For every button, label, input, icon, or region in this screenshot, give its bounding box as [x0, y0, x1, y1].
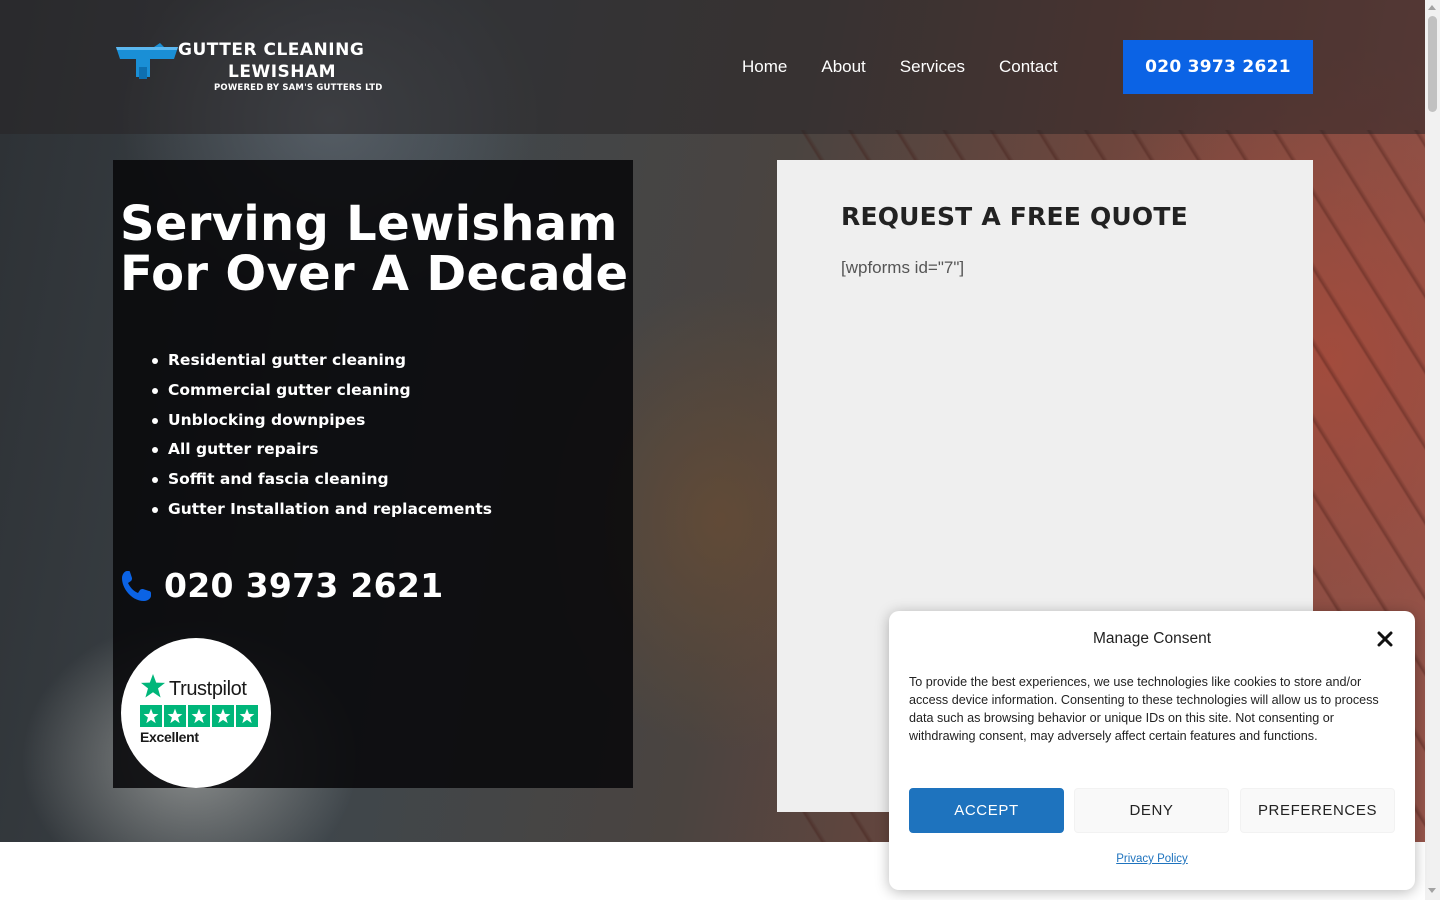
logo-title-line1: GUTTER CLEANING	[178, 40, 365, 60]
main-nav: Home About Services Contact	[742, 57, 1058, 77]
quote-title: REQUEST A FREE QUOTE	[841, 202, 1188, 231]
consent-title: Manage Consent	[1092, 630, 1212, 647]
service-item: Gutter Installation and replacements	[152, 495, 492, 525]
nav-services[interactable]: Services	[900, 57, 965, 77]
close-icon[interactable]	[1376, 630, 1394, 648]
hero-phone-number[interactable]: 020 3973 2621	[164, 566, 443, 605]
service-item: Unblocking downpipes	[152, 406, 492, 436]
trustpilot-name: Trustpilot	[169, 678, 247, 700]
service-item: Soffit and fascia cleaning	[152, 465, 492, 495]
hero-headline: Serving Lewisham For Over A Decade	[120, 196, 629, 302]
service-item: All gutter repairs	[152, 435, 492, 465]
logo-tagline: POWERED BY SAM'S GUTTERS LTD	[214, 83, 383, 93]
scroll-up-icon[interactable]	[1428, 5, 1436, 10]
page-scrollbar[interactable]	[1425, 0, 1440, 900]
trustpilot-badge[interactable]: Trustpilot Excellent	[121, 638, 271, 788]
scroll-down-icon[interactable]	[1428, 888, 1436, 893]
quote-form-shortcode: [wpforms id="7"]	[841, 258, 965, 277]
consent-body-text: To provide the best experiences, we use …	[909, 675, 1379, 743]
services-list: Residential gutter cleaning Commercial g…	[152, 346, 492, 525]
logo-title-line2: LEWISHAM	[228, 62, 337, 82]
hero-phone[interactable]: 020 3973 2621	[120, 566, 443, 605]
scrollbar-thumb[interactable]	[1428, 16, 1437, 112]
trustpilot-rating-text: Excellent	[140, 729, 199, 745]
cookie-consent-dialog: Manage Consent To provide the best exper…	[889, 611, 1415, 890]
trustpilot-stars	[140, 705, 258, 727]
nav-contact[interactable]: Contact	[999, 57, 1058, 77]
service-item: Residential gutter cleaning	[152, 346, 492, 376]
star-icon	[164, 705, 186, 727]
service-item: Commercial gutter cleaning	[152, 376, 492, 406]
privacy-policy-link[interactable]: Privacy Policy	[889, 853, 1415, 865]
accept-button[interactable]: ACCEPT	[909, 788, 1064, 833]
deny-button[interactable]: DENY	[1074, 788, 1229, 833]
phone-icon	[122, 570, 151, 601]
preferences-button[interactable]: PREFERENCES	[1240, 788, 1395, 833]
header-call-button[interactable]: 020 3973 2621	[1123, 40, 1313, 94]
site-logo[interactable]: GUTTER CLEANING LEWISHAM POWERED BY SAM'…	[114, 40, 410, 100]
trustpilot-star-icon	[141, 674, 165, 698]
star-icon	[140, 705, 162, 727]
nav-home[interactable]: Home	[742, 57, 787, 77]
star-icon	[236, 705, 258, 727]
gutter-logo-icon	[116, 43, 178, 79]
nav-about[interactable]: About	[821, 57, 865, 77]
star-icon	[212, 705, 234, 727]
star-icon	[188, 705, 210, 727]
